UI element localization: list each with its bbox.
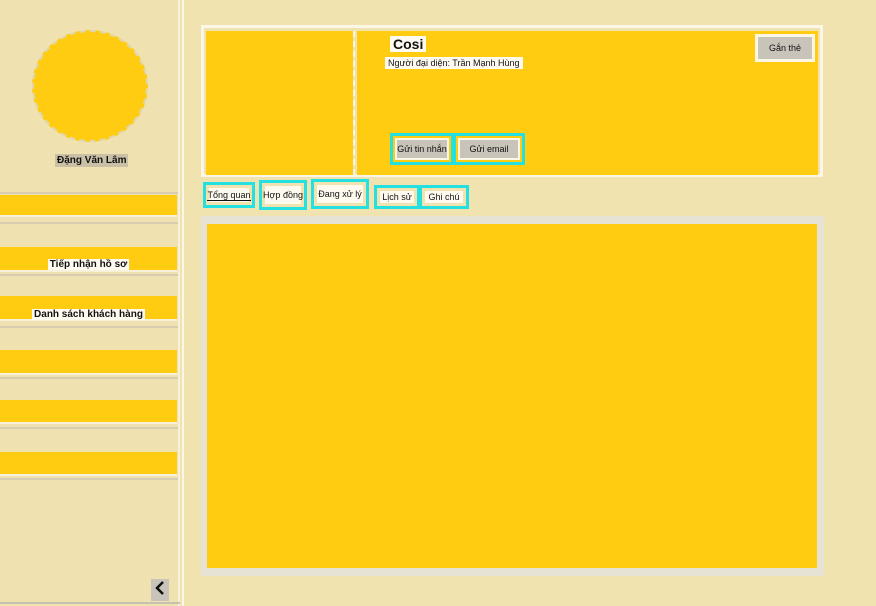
tab-processing[interactable]: Đang xử lý <box>311 179 369 209</box>
divider <box>0 192 178 194</box>
sidebar-border <box>182 0 184 606</box>
send-email-button[interactable]: Gửi email <box>453 133 525 165</box>
divider <box>353 31 356 175</box>
tab-history[interactable]: Lịch sử <box>374 185 420 209</box>
avatar[interactable] <box>32 30 148 142</box>
sidebar-item-5[interactable] <box>0 400 177 424</box>
tab-content-panel <box>207 224 817 568</box>
tab-overview[interactable]: Tổng quan <box>203 182 255 208</box>
sidebar-item-customers[interactable]: Danh sách khách hàng <box>0 296 177 321</box>
divider <box>0 427 178 429</box>
collapse-sidebar-button[interactable] <box>151 579 169 601</box>
sidebar: Đặng Văn Lâm Tiếp nhận hồ sơ Danh sách k… <box>0 0 180 606</box>
divider <box>0 602 180 604</box>
divider <box>0 222 178 224</box>
divider <box>0 377 178 379</box>
tab-contracts[interactable]: Hợp đồng <box>259 180 307 210</box>
chevron-left-icon <box>154 580 166 601</box>
divider <box>0 478 178 480</box>
send-message-button[interactable]: Gửi tin nhắn <box>390 133 454 165</box>
sidebar-item-intake[interactable]: Tiếp nhận hồ sơ <box>0 247 177 272</box>
company-name: Cosi <box>390 36 427 52</box>
sidebar-item-1[interactable] <box>0 195 177 217</box>
sidebar-item-4[interactable] <box>0 350 177 375</box>
divider <box>0 326 178 328</box>
tab-notes[interactable]: Ghi chú <box>419 185 469 209</box>
user-name: Đặng Văn Lâm <box>55 154 129 167</box>
tag-button[interactable]: Gắn thẻ <box>755 34 815 62</box>
company-logo <box>206 31 353 175</box>
sidebar-item-label: Tiếp nhận hồ sơ <box>47 259 130 270</box>
representative-text: Người đại diện: Trần Mạnh Hùng <box>385 57 523 69</box>
divider <box>0 274 178 276</box>
sidebar-item-6[interactable] <box>0 452 177 476</box>
sidebar-item-label: Danh sách khách hàng <box>32 309 145 320</box>
